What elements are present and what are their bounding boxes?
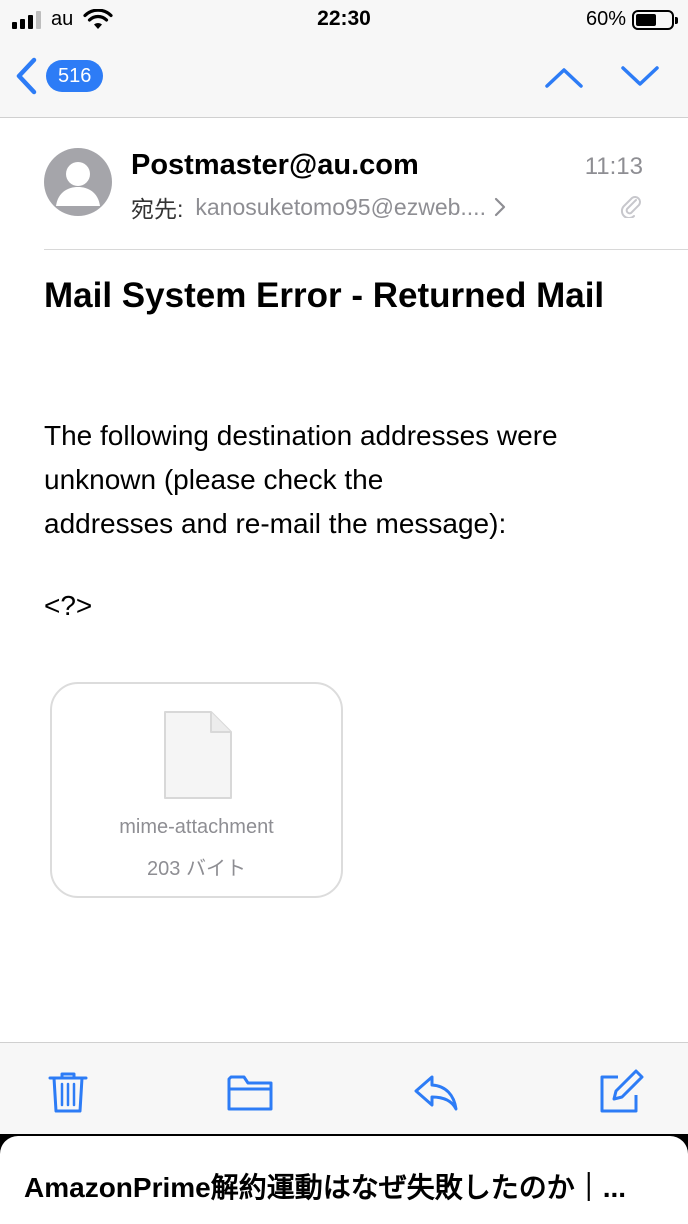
- person-icon: [56, 162, 100, 206]
- body-line: unknown (please check the: [44, 464, 384, 495]
- to-label: 宛先:: [131, 196, 184, 222]
- message-body: The following destination addresses were…: [44, 414, 664, 546]
- battery-percent: 60%: [585, 8, 626, 30]
- status-bar: au 22:30 60%: [0, 0, 688, 40]
- sender-name[interactable]: Postmaster@au.com: [131, 149, 419, 182]
- reply-icon[interactable]: [412, 1069, 460, 1115]
- battery-icon: [632, 9, 678, 30]
- folder-icon[interactable]: [226, 1069, 274, 1115]
- battery-fill: [636, 13, 657, 26]
- chevron-up-icon[interactable]: [544, 62, 584, 92]
- notification-banner[interactable]: AmazonPrime解約運動はなぜ失敗したのか｜...: [0, 1136, 688, 1224]
- chevron-left-icon: [16, 57, 37, 95]
- attachment-card[interactable]: mime-attachment 203 バイト: [50, 682, 343, 898]
- compose-icon[interactable]: [596, 1069, 644, 1115]
- banner-title: AmazonPrime解約運動はなぜ失敗したのか｜...: [24, 1172, 627, 1203]
- body-line: addresses and re-mail the message):: [44, 508, 507, 539]
- trash-icon[interactable]: [44, 1069, 92, 1115]
- bottom-toolbar: [0, 1042, 688, 1134]
- paperclip-icon: [620, 196, 641, 218]
- status-time: 22:30: [317, 7, 371, 30]
- document-icon: [164, 711, 232, 799]
- message-header: Postmaster@au.com 11:13 宛先: kanosuketomo…: [44, 118, 688, 250]
- message-time: 11:13: [584, 153, 643, 180]
- chevron-down-icon[interactable]: [620, 62, 660, 92]
- recipient-address: kanosuketomo95@ezweb....: [195, 193, 486, 220]
- attachment-size: 203 バイト: [147, 858, 246, 880]
- status-right: 60%: [585, 8, 678, 31]
- unknown-address-placeholder: <?>: [44, 590, 93, 621]
- avatar[interactable]: [44, 148, 112, 216]
- message-subject: Mail System Error - Returned Mail: [44, 276, 605, 315]
- attachment-name: mime-attachment: [119, 816, 274, 838]
- chevron-right-icon: [494, 197, 506, 217]
- body-line: The following destination addresses were: [44, 420, 558, 451]
- back-button[interactable]: 516: [14, 56, 104, 96]
- recipient-row[interactable]: 宛先: kanosuketomo95@ezweb....: [131, 190, 506, 224]
- unread-count-badge: 516: [46, 60, 104, 92]
- navigation-bar: 516: [0, 40, 688, 118]
